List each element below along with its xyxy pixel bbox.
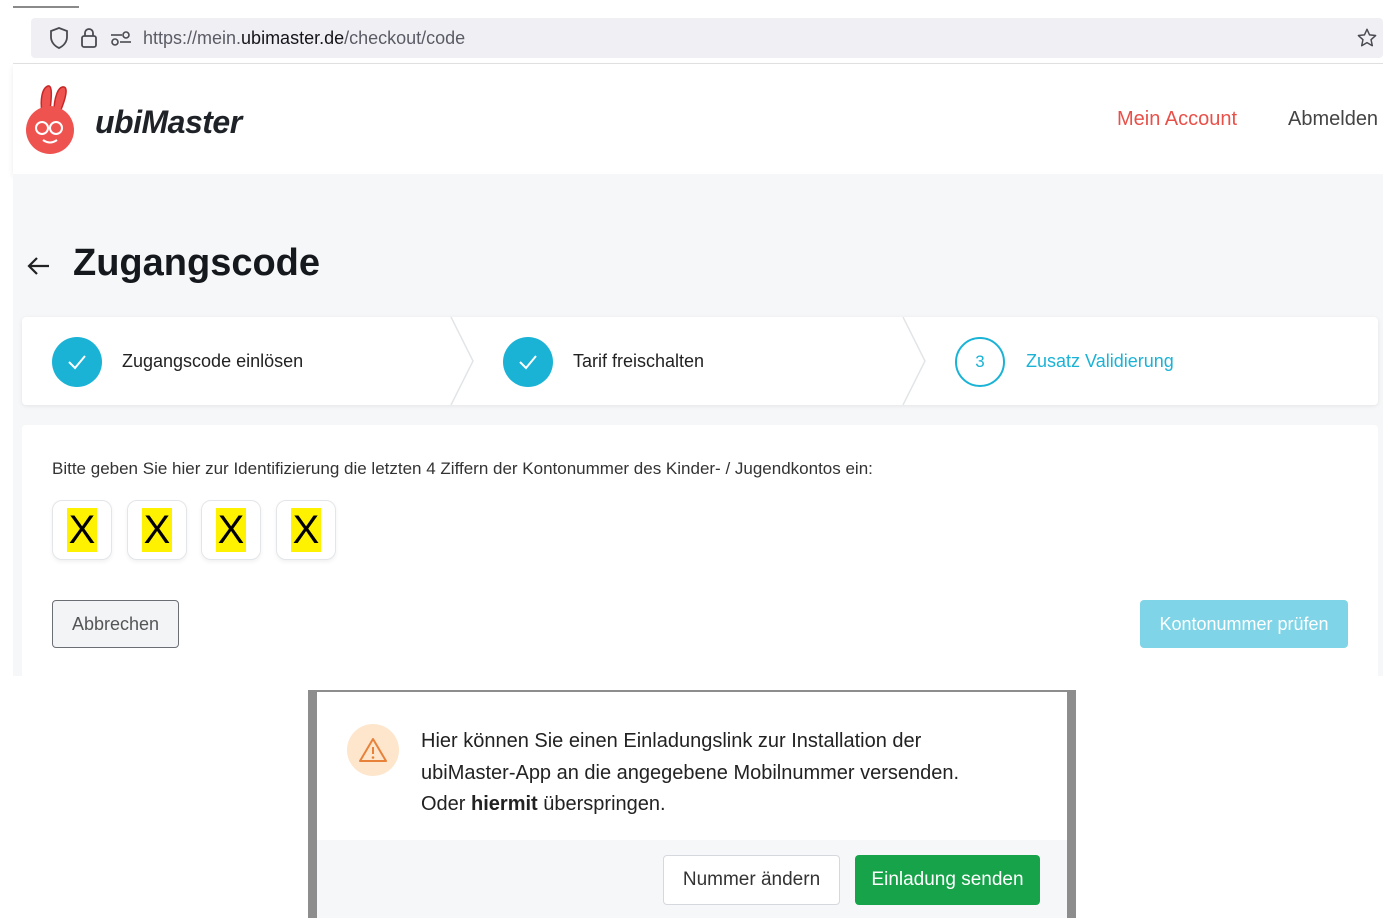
digit-value: X (66, 508, 98, 552)
instruction-text: Bitte geben Sie hier zur Identifizierung… (52, 459, 873, 478)
step-divider-icon (450, 317, 474, 405)
page-title: Zugangscode (73, 242, 321, 284)
bookmark-star-icon[interactable] (1355, 26, 1379, 50)
nav-logout-link[interactable]: Abmelden (1288, 108, 1378, 131)
back-arrow-icon[interactable] (25, 252, 53, 280)
lock-icon[interactable] (77, 26, 101, 50)
account-verification-card: Bitte geben Sie hier zur Identifizierung… (22, 425, 1378, 676)
dialog-line-2: ubiMaster-App an die angegebene Mobilnum… (421, 761, 960, 784)
dialog-message: Hier können Sie einen Einladungslink zur… (421, 726, 1041, 821)
invitation-dialog: Hier können Sie einen Einladungslink zur… (317, 692, 1067, 918)
digit-input-4[interactable]: X (276, 500, 336, 560)
url-prefix: https://mein. (143, 28, 242, 48)
step-2-check-icon (503, 337, 553, 387)
logo-text[interactable]: ubiMaster (95, 104, 242, 141)
step-divider-icon (902, 317, 926, 405)
digit-input-3[interactable]: X (201, 500, 261, 560)
digit-input-2[interactable]: X (127, 500, 187, 560)
shield-icon[interactable] (47, 26, 71, 50)
change-number-button[interactable]: Nummer ändern (663, 855, 840, 905)
url-domain: ubimaster.de (241, 28, 345, 48)
send-invitation-button[interactable]: Einladung senden (855, 855, 1040, 905)
dialog-line-3-prefix: Oder (421, 793, 472, 815)
main-content: Zugangscode Zugangscode einlösen Tarif f… (13, 174, 1383, 676)
url-path: /checkout/code (344, 28, 466, 48)
browser-toolbar: https://mein.ubimaster.de/checkout/code (13, 0, 1383, 64)
checkout-stepper: Zugangscode einlösen Tarif freischalten … (22, 317, 1378, 405)
digit-value: X (290, 508, 322, 552)
cancel-button[interactable]: Abbrechen (52, 600, 179, 648)
step-1-check-icon (52, 337, 102, 387)
digit-value: X (141, 508, 173, 552)
step-3-number: 3 (955, 337, 1005, 387)
dialog-line-3-suffix: überspringen. (537, 793, 666, 815)
nav-my-account-link[interactable]: Mein Account (1117, 108, 1237, 131)
address-bar[interactable]: https://mein.ubimaster.de/checkout/code (31, 18, 1383, 58)
digit-value: X (215, 508, 247, 552)
dialog-line-3: Oder hiermit überspringen. (421, 789, 1041, 821)
step-3-label: Zusatz Validierung (1026, 351, 1174, 371)
skip-link[interactable]: hiermit (471, 793, 538, 815)
dialog-footer: Nummer ändern Einladung senden (317, 840, 1067, 918)
permissions-icon[interactable] (109, 26, 133, 50)
browser-tab[interactable] (13, 0, 79, 8)
check-account-number-button[interactable]: Kontonummer prüfen (1140, 600, 1348, 648)
step-2-label: Tarif freischalten (573, 351, 705, 371)
app-header: ubiMaster Mein Account Abmelden (13, 64, 1383, 174)
digit-input-1[interactable]: X (52, 500, 112, 560)
warning-icon (347, 724, 399, 776)
step-1-label: Zugangscode einlösen (122, 351, 304, 371)
dialog-line-1: Hier können Sie einen Einladungslink zur… (421, 730, 922, 752)
url-text[interactable]: https://mein.ubimaster.de/checkout/code (143, 28, 465, 49)
ubimaster-logo-icon[interactable] (22, 82, 78, 154)
